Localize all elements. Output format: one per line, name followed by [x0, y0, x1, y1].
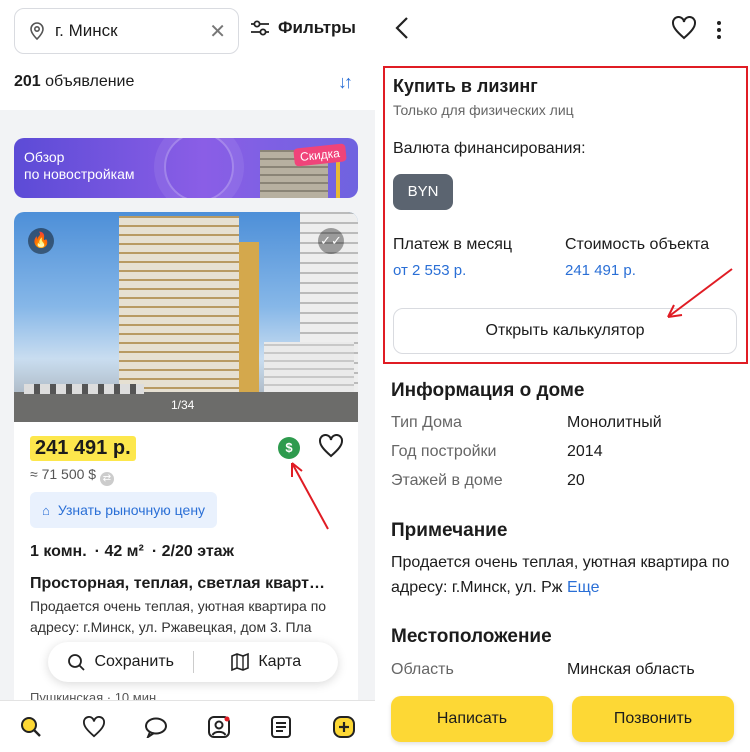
currency-chip[interactable]: BYN [393, 174, 453, 210]
listing-screen: г. Минск ✕ Фильтры 201 объявление ↓↑ Обз… [0, 0, 375, 752]
build-year-value: 2014 [567, 443, 603, 460]
photo-building-low [264, 342, 354, 392]
more-menu-icon[interactable] [717, 18, 725, 42]
listing-title: Просторная, теплая, светлая кварт… [30, 575, 325, 592]
location-pin-icon [30, 22, 44, 41]
leasing-title: Купить в лизинг [393, 76, 538, 96]
clear-icon[interactable]: ✕ [209, 19, 226, 44]
save-map-bar: Сохранить Карта [48, 642, 338, 682]
photo-tower [119, 216, 239, 396]
profile-icon[interactable] [206, 714, 232, 740]
note-text: Продается очень теплая, уютная квартира … [391, 554, 730, 596]
favorite-heart-icon[interactable] [318, 434, 344, 458]
price-usd: ≈ 71 500 $ ⇄ [30, 466, 114, 486]
add-icon[interactable] [331, 714, 357, 740]
banner-decor [164, 138, 234, 198]
object-cost-label: Стоимость объекта [565, 236, 710, 253]
read-more-link[interactable]: Еще [567, 579, 600, 596]
filters-button[interactable]: Фильтры [250, 18, 356, 38]
listing-params: 1 комн. · 42 м² · 2/20 этаж [30, 543, 234, 560]
floors-label: Этажей в доме [391, 472, 503, 489]
listing-photo[interactable]: 🔥 ✓✓ 1/34 [14, 212, 358, 422]
photo-pager: 1/34 [171, 398, 195, 412]
open-calculator-button[interactable]: Открыть калькулятор [393, 308, 737, 354]
floors-value: 20 [567, 472, 585, 489]
photo-cars [24, 384, 144, 394]
listing-description: Продается очень теплая, уютная квартира … [30, 598, 327, 635]
search-input[interactable]: г. Минск ✕ [14, 8, 239, 54]
monthly-payment-value: от 2 553 р. [393, 262, 467, 279]
photo-tower-side [239, 242, 259, 392]
leasing-section: Купить в лизинг Только для физических ли… [383, 66, 748, 364]
call-button[interactable]: Позвонить [572, 696, 734, 742]
price-tag-icon: ⌂ [42, 502, 50, 518]
listing-card[interactable]: 🔥 ✓✓ 1/34 241 491 р. ≈ 71 500 $ ⇄ $ ⌂ Узн… [14, 212, 358, 752]
write-button[interactable]: Написать [391, 696, 553, 742]
monthly-payment-label: Платеж в месяц [393, 236, 513, 253]
currency-label: Валюта финансирования: [393, 140, 586, 157]
currency-icon: ⇄ [99, 472, 114, 486]
search-city: г. Минск [55, 21, 118, 40]
bottom-tabbar [0, 700, 375, 752]
verified-icon: ✓✓ [318, 228, 344, 254]
hot-offer-icon: 🔥 [28, 228, 54, 254]
region-value: Минская область [567, 661, 695, 678]
house-type-value: Монолитный [567, 414, 662, 431]
market-price-button[interactable]: ⌂ Узнать рыночную цену [30, 492, 218, 528]
house-type-label: Тип Дома [391, 414, 462, 431]
banner-text: Обзор по новостройкам [24, 149, 135, 182]
location-title: Местоположение [391, 626, 552, 647]
region-label: Область [391, 661, 454, 678]
back-arrow-icon[interactable] [395, 16, 409, 40]
map-icon [231, 652, 250, 672]
build-year-label: Год постройки [391, 443, 497, 460]
price: 241 491 р. [30, 436, 136, 461]
chat-icon[interactable] [143, 714, 169, 740]
search-icon[interactable] [18, 714, 44, 740]
filters-icon [251, 20, 269, 36]
favorite-heart-icon[interactable] [671, 16, 697, 40]
note-title: Примечание [391, 520, 508, 541]
top-bar: г. Минск ✕ Фильтры 201 объявление ↓↑ [0, 0, 375, 110]
save-search-icon [68, 654, 86, 671]
detail-screen: Купить в лизинг Только для физических ли… [375, 0, 750, 752]
object-cost-value: 241 491 р. [565, 262, 636, 279]
list-icon[interactable] [268, 714, 294, 740]
results-count: 201 объявление [14, 73, 135, 90]
filters-label: Фильтры [278, 18, 356, 37]
sort-icon[interactable]: ↓↑ [338, 72, 353, 93]
heart-icon[interactable] [81, 714, 107, 740]
house-info-title: Информация о доме [391, 380, 585, 401]
map-button[interactable]: Карта [194, 652, 339, 672]
leasing-dollar-icon[interactable]: $ [278, 437, 300, 459]
save-button[interactable]: Сохранить [48, 652, 193, 672]
leasing-subtitle: Только для физических лиц [393, 102, 574, 118]
new-buildings-banner[interactable]: Обзор по новостройкам Скидка [14, 138, 358, 198]
